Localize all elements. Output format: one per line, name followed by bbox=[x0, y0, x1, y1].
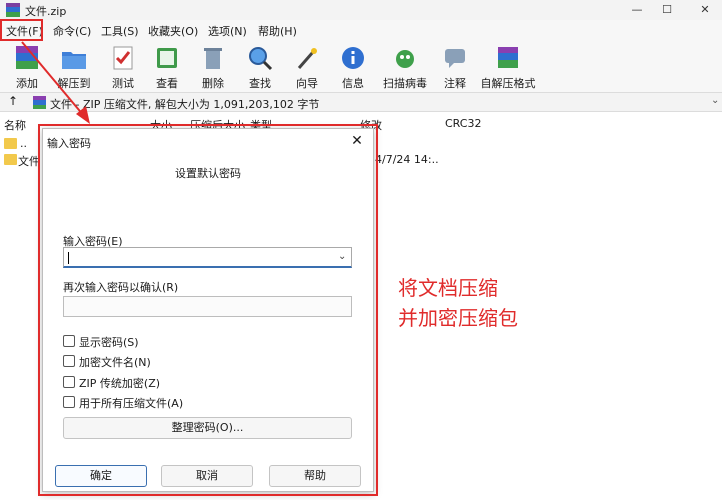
col-name[interactable]: 名称 bbox=[4, 117, 26, 133]
info-button[interactable]: 信息 bbox=[336, 44, 370, 90]
test-button[interactable]: 测试 bbox=[106, 44, 140, 90]
item-modified: 24/7/24 14:.. bbox=[368, 153, 439, 166]
extract-to-label: 解压到 bbox=[57, 77, 91, 90]
folder-icon bbox=[4, 154, 17, 165]
comment-button[interactable]: 注释 bbox=[438, 44, 472, 90]
extract-to-button[interactable]: 解压到 bbox=[54, 44, 94, 90]
info-label: 信息 bbox=[342, 77, 364, 90]
view-button[interactable]: 查看 bbox=[150, 44, 184, 90]
virus-scan-label: 扫描病毒 bbox=[383, 77, 427, 90]
comment-icon bbox=[445, 49, 465, 68]
delete-button[interactable]: 删除 bbox=[196, 44, 230, 90]
search-icon bbox=[249, 47, 273, 71]
menu-favorites[interactable]: 收藏夹(O) bbox=[146, 23, 200, 40]
add-archive-icon bbox=[16, 46, 38, 69]
test-label: 测试 bbox=[112, 77, 134, 90]
add-label: 添加 bbox=[16, 77, 38, 90]
view-book-icon bbox=[157, 48, 177, 68]
virus-scan-button[interactable]: 扫描病毒 bbox=[380, 44, 430, 90]
sfx-label: 自解压格式 bbox=[480, 77, 536, 90]
up-arrow-icon[interactable]: ↑ bbox=[8, 94, 18, 108]
add-button[interactable]: 添加 bbox=[10, 44, 44, 90]
comment-label: 注释 bbox=[444, 77, 466, 90]
maximize-button[interactable]: ☐ bbox=[650, 0, 684, 20]
menu-command[interactable]: 命令(C) bbox=[51, 23, 93, 40]
dialog-highlight bbox=[38, 124, 378, 496]
chevron-down-icon[interactable]: ⌄ bbox=[711, 95, 719, 106]
col-crc32[interactable]: CRC32 bbox=[445, 117, 481, 130]
wizard-label: 向导 bbox=[296, 77, 318, 90]
virus-scan-icon bbox=[396, 50, 414, 68]
window-title: 文件.zip bbox=[25, 5, 67, 18]
trash-icon bbox=[204, 48, 222, 69]
annotation-line-2: 并加密压缩包 bbox=[398, 306, 518, 330]
annotation-line-1: 将文档压缩 bbox=[398, 276, 498, 300]
find-label: 查找 bbox=[249, 77, 271, 90]
toolbar: 添加 解压到 测试 查看 删除 查找 向导 信息 扫描病毒 注释 自解压格式 bbox=[0, 42, 722, 92]
path-text: 文件 - ZIP 压缩文件, 解包大小为 1,091,203,102 字节 bbox=[50, 98, 320, 111]
delete-label: 删除 bbox=[202, 77, 224, 90]
file-menu-highlight bbox=[0, 19, 43, 41]
menu-options[interactable]: 选项(N) bbox=[206, 23, 249, 40]
menu-bar: 文件(F) 命令(C) 工具(S) 收藏夹(O) 选项(N) 帮助(H) bbox=[0, 20, 722, 42]
minimize-button[interactable]: — bbox=[620, 0, 654, 20]
title-bar: 文件.zip — ☐ ✕ bbox=[0, 0, 722, 20]
item-name: 文件 bbox=[18, 155, 40, 168]
menu-tools[interactable]: 工具(S) bbox=[99, 23, 141, 40]
test-icon bbox=[113, 46, 133, 70]
sfx-icon bbox=[498, 47, 518, 68]
item-name: .. bbox=[20, 137, 27, 150]
menu-help[interactable]: 帮助(H) bbox=[256, 23, 299, 40]
extract-to-icon bbox=[62, 52, 86, 69]
sfx-button[interactable]: 自解压格式 bbox=[478, 44, 538, 90]
archive-path-icon bbox=[33, 96, 46, 109]
close-window-button[interactable]: ✕ bbox=[688, 0, 722, 20]
view-label: 查看 bbox=[156, 77, 178, 90]
find-button[interactable]: 查找 bbox=[243, 44, 277, 90]
wizard-button[interactable]: 向导 bbox=[290, 44, 324, 90]
wizard-icon bbox=[297, 48, 317, 69]
path-bar: ↑ 文件 - ZIP 压缩文件, 解包大小为 1,091,203,102 字节 … bbox=[0, 92, 722, 112]
info-icon bbox=[342, 47, 364, 69]
folder-icon bbox=[4, 138, 17, 149]
winrar-app-icon bbox=[6, 3, 20, 17]
